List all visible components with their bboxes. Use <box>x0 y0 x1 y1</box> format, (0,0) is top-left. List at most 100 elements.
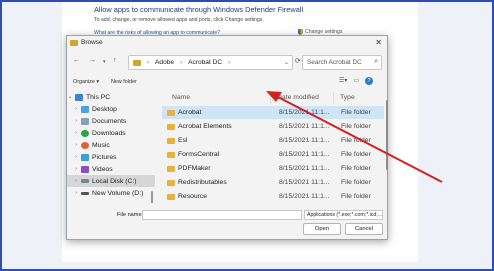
firewall-title: Allow apps to communicate through Window… <box>94 5 304 14</box>
chevron-right-icon[interactable]: › <box>73 154 79 160</box>
chevron-right-icon[interactable]: › <box>73 166 79 172</box>
sidebar-item-local-disk[interactable]: › Local Disk (C:) <box>67 175 155 187</box>
file-type: File folder <box>341 109 371 116</box>
column-date[interactable]: Date modified <box>277 94 319 101</box>
documents-icon <box>81 117 89 125</box>
chevron-right-icon[interactable]: › <box>73 130 79 136</box>
search-input[interactable]: Search Acrobat DC ⌕ <box>302 55 382 70</box>
sidebar-item-pictures[interactable]: › Pictures <box>67 151 155 163</box>
file-date: 8/15/2021 11:1... <box>279 193 330 200</box>
file-row[interactable]: Resource 8/15/2021 11:1... File folder <box>162 190 384 203</box>
file-name: Acrobat <box>178 109 202 116</box>
search-icon: ⌕ <box>374 58 378 65</box>
search-placeholder: Search Acrobat DC <box>307 59 362 66</box>
sidebar-item-new-volume[interactable]: › New Volume (D:) <box>67 187 155 199</box>
desktop-icon <box>81 105 89 113</box>
file-name-field[interactable] <box>142 210 302 220</box>
folder-icon <box>167 151 175 158</box>
sidebar-item-label: New Volume (D:) <box>92 189 144 197</box>
sidebar-item-label: Downloads <box>92 129 126 137</box>
sidebar-item-downloads[interactable]: › Downloads <box>67 127 155 139</box>
folder-icon <box>70 40 78 46</box>
navigation-bar: ← → ▾ ↑ › Adobe › Acrobat DC › ⌄ ⟳ Searc… <box>67 53 387 71</box>
file-type: File folder <box>341 151 371 158</box>
sidebar-item-label: Local Disk (C:) <box>92 177 137 185</box>
command-bar: Organize ▾ New folder ☰▾ ▭ ? <box>67 76 387 88</box>
breadcrumb-separator-icon: › <box>147 59 149 66</box>
breadcrumb-item[interactable]: Adobe <box>155 59 174 66</box>
chevron-right-icon[interactable]: › <box>73 142 79 148</box>
preview-pane-icon[interactable]: ▭ <box>353 77 359 85</box>
close-button[interactable]: ✕ <box>375 38 382 47</box>
address-bar[interactable]: › Adobe › Acrobat DC › ⌄ <box>128 55 293 70</box>
recent-locations-icon[interactable]: ▾ <box>103 59 106 65</box>
folder-icon <box>167 137 175 144</box>
sidebar-item-videos[interactable]: › Videos <box>67 163 155 175</box>
file-type-value: Applications (*.exe;*.com;*.icd;... <box>307 212 382 218</box>
sidebar-item-label: Videos <box>92 165 113 173</box>
view-options-icon[interactable]: ☰▾ <box>339 77 347 85</box>
sidebar-item-label: Desktop <box>92 105 117 113</box>
open-button[interactable]: Open <box>303 223 341 235</box>
dialog-title: Browse <box>81 39 103 46</box>
column-name[interactable]: Name <box>172 94 190 101</box>
sidebar-scrollbar[interactable] <box>151 191 153 203</box>
up-button[interactable]: ↑ <box>113 57 117 64</box>
file-date: 8/15/2021 11:1... <box>279 109 330 116</box>
file-type: File folder <box>341 179 371 186</box>
sidebar-item-this-pc[interactable]: ⌄ This PC <box>67 91 155 103</box>
file-name-label: File name: <box>117 212 144 218</box>
column-divider[interactable] <box>270 92 271 104</box>
browse-dialog: Browse ✕ ← → ▾ ↑ › Adobe › Acrobat DC › … <box>66 35 388 240</box>
cancel-button[interactable]: Cancel <box>345 223 383 235</box>
chevron-down-icon[interactable]: ⌄ <box>284 59 289 66</box>
firewall-description: To add, change, or remove allowed apps a… <box>94 17 264 23</box>
chevron-right-icon[interactable]: › <box>73 190 79 196</box>
computer-icon <box>75 93 83 101</box>
back-button[interactable]: ← <box>73 57 80 64</box>
sidebar-item-label: This PC <box>86 93 111 101</box>
file-name: Resource <box>178 193 208 200</box>
folder-icon <box>167 179 175 186</box>
chevron-right-icon[interactable]: › <box>73 178 79 184</box>
view-controls: ☰▾ ▭ ? <box>339 77 374 85</box>
file-row[interactable]: Esl 8/15/2021 11:1... File folder <box>162 134 384 147</box>
folder-icon <box>167 123 175 130</box>
file-row[interactable]: Acrobat 8/15/2021 11:1... File folder <box>162 106 384 119</box>
breadcrumb-item[interactable]: Acrobat DC <box>188 59 222 66</box>
column-divider[interactable] <box>333 92 334 104</box>
chevron-right-icon[interactable]: › <box>73 106 79 112</box>
pictures-icon <box>81 153 89 161</box>
file-row[interactable]: Acrobat Elements 8/15/2021 11:1... File … <box>162 120 384 133</box>
organize-button[interactable]: Organize ▾ <box>73 79 99 85</box>
sidebar-item-desktop[interactable]: › Desktop <box>67 103 155 115</box>
file-name: Redistributables <box>178 179 227 186</box>
column-type[interactable]: Type <box>340 94 355 101</box>
file-list-header: Name Date modified Type <box>162 91 388 105</box>
file-type: File folder <box>341 137 371 144</box>
help-icon[interactable]: ? <box>365 77 374 85</box>
file-type-select[interactable]: Applications (*.exe;*.com;*.icd;... <box>304 210 383 220</box>
videos-icon <box>81 165 89 173</box>
folder-icon <box>167 165 175 172</box>
file-list-scrollbar[interactable] <box>386 100 388 170</box>
sidebar-item-label: Music <box>92 141 110 149</box>
file-row[interactable]: Redistributables 8/15/2021 11:1... File … <box>162 176 384 189</box>
sidebar-item-label: Documents <box>92 117 127 125</box>
forward-button[interactable]: → <box>89 57 96 64</box>
chevron-down-icon[interactable]: ⌄ <box>67 94 73 100</box>
file-date: 8/15/2021 11:1... <box>279 165 330 172</box>
chevron-right-icon[interactable]: › <box>73 118 79 124</box>
file-date: 8/15/2021 11:1... <box>279 151 330 158</box>
file-row[interactable]: PDFMaker 8/15/2021 11:1... File folder <box>162 162 384 175</box>
file-row[interactable]: FormsCentral 8/15/2021 11:1... File fold… <box>162 148 384 161</box>
sidebar-item-music[interactable]: › Music <box>67 139 155 151</box>
sidebar-item-documents[interactable]: › Documents <box>67 115 155 127</box>
refresh-button[interactable]: ⟳ <box>295 57 301 65</box>
new-folder-button[interactable]: New folder <box>111 79 137 85</box>
folder-icon <box>133 59 141 66</box>
file-name: FormsCentral <box>178 151 220 158</box>
file-name: PDFMaker <box>178 165 211 172</box>
breadcrumb-separator-icon: › <box>228 59 231 66</box>
file-date: 8/15/2021 11:1... <box>279 137 330 144</box>
